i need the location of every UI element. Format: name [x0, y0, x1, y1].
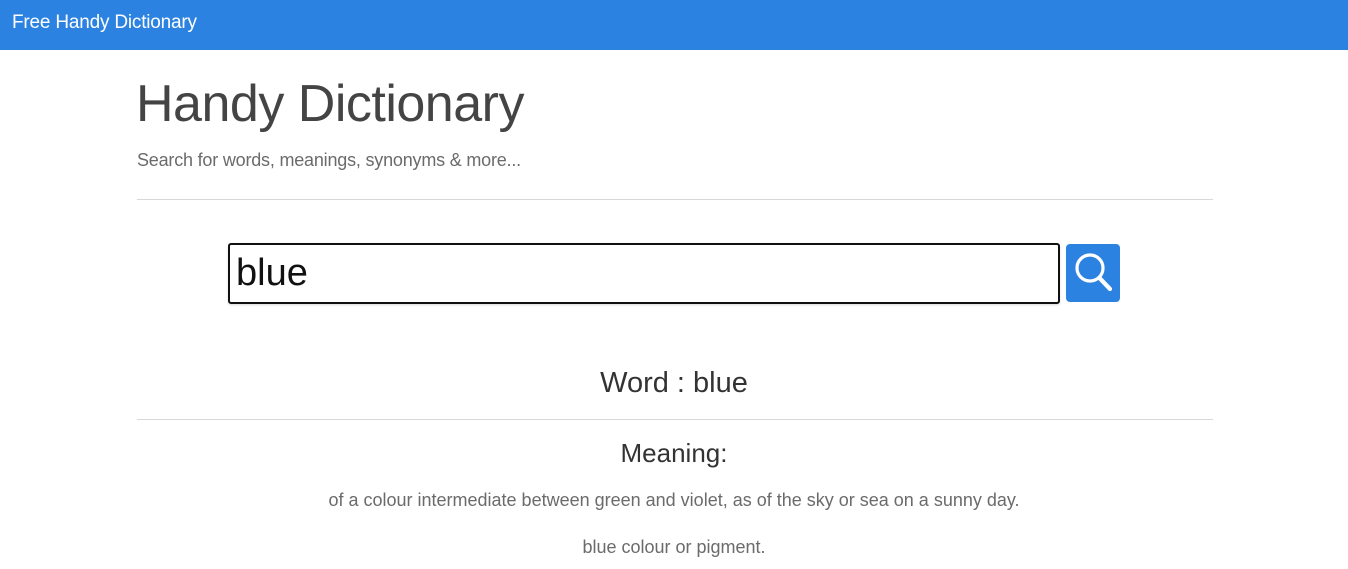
navbar-brand-link[interactable]: Free Handy Dictionary — [12, 12, 197, 34]
search-input[interactable] — [228, 243, 1060, 304]
result-divider — [137, 419, 1213, 420]
search-icon — [1075, 253, 1113, 292]
meaning-item: of a colour intermediate between green a… — [328, 490, 1020, 510]
word-heading: Word : blue — [600, 367, 748, 399]
page-title: Handy Dictionary — [136, 75, 524, 133]
meaning-heading: Meaning: — [620, 438, 728, 468]
page-subtitle: Search for words, meanings, synonyms & m… — [137, 150, 521, 170]
navbar: Free Handy Dictionary — [0, 0, 1348, 50]
search-button[interactable] — [1066, 244, 1120, 302]
meaning-item: blue colour or pigment. — [582, 537, 766, 557]
header-divider — [137, 199, 1213, 200]
